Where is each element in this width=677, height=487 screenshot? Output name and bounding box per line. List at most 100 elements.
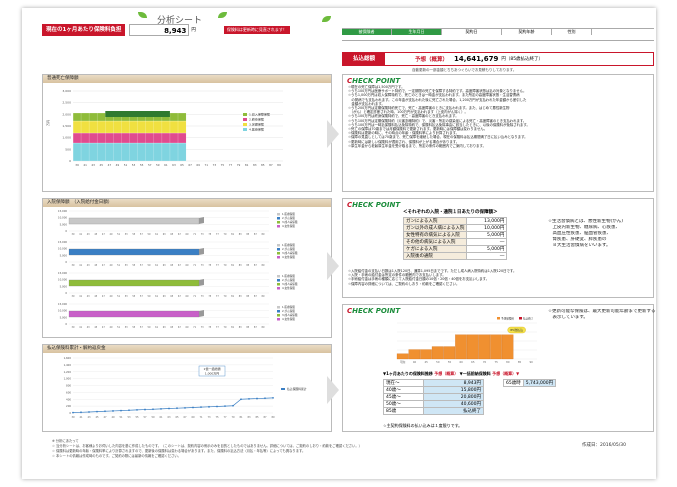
check-point-3: CHECK POINT 現在 40 45 50 55 60 65 70 75 80 85 90 85歳払… [342,304,656,432]
data-point [256,397,258,400]
x-tick-label: 45 [425,360,429,364]
y-tick-label: 1,500 [62,124,71,128]
legend-swatch [277,287,280,290]
x-tick-label: 53 [125,233,128,236]
forecast-bar [396,353,409,360]
x-tick-label: 61 [155,295,158,298]
y-tick-label: 1,000 [64,377,72,381]
area-band [105,111,170,117]
legend-swatch [277,213,280,216]
benefit-bar [68,310,200,318]
y-tick-label: 0 [69,411,71,415]
row-value: ― [466,238,508,246]
note-line: 表示しています。 [548,315,588,320]
row-label: ケガによる入院 [402,245,468,253]
y-tick-label: 10,000 [58,309,67,313]
x-tick-label: 69 [186,295,189,298]
legend-swatch [277,279,280,282]
x-tick-label: 59 [148,233,151,236]
x-tick-label: 75 [208,295,211,298]
x-tick-label: 61 [164,163,168,167]
x-tick-label: 89 [262,295,265,298]
legend-swatch [277,314,280,317]
x-tick-label: 43 [87,295,90,298]
x-tick-label: 51 [119,416,123,419]
x-tick-label: 53 [125,326,128,329]
x-tick-label: 51 [124,163,128,167]
legend-swatch [277,310,280,313]
check-point-1: CHECK POINT ☆現在の死亡保障は1,500万円です。 ☆うち100万円は… [342,74,654,192]
x-tick-label: 75 [495,360,499,364]
x-tick-label: 59 [148,326,151,329]
x-tick-label: 55 [448,360,452,364]
legend-label: 払込保険料累計 [287,387,307,391]
x-tick-label: 41 [79,326,82,329]
row-label: その他の病気による入院 [402,238,468,246]
note-line: ８大生活習慣病をいいます。 [548,243,611,248]
row-value: 払込終了 [423,407,484,415]
x-tick-label: 65 [471,360,475,364]
x-tick-label: 47 [108,163,112,167]
table-row: 65歳時 5,743,000円 [503,379,557,387]
x-tick-label: 81 [245,163,249,167]
x-tick-label: 73 [213,163,217,167]
forecast-bar [478,334,491,360]
x-tick-label: 61 [155,264,158,267]
data-point [184,406,186,409]
y-tick-label: 0 [65,291,67,295]
legend-swatch [281,388,285,390]
x-tick-label: 79 [224,326,227,329]
data-point [272,396,274,399]
legend-label: 1.医療保険 [282,274,295,278]
x-tick-label: 69 [186,264,189,267]
x-tick-label: 89 [277,163,281,167]
x-tick-label: 59 [148,295,151,298]
x-tick-label: 53 [127,416,131,419]
legend-label: 3.定期保険 [249,122,264,127]
x-tick-label: 85 [246,295,249,298]
data-point [192,406,194,409]
x-tick-label: 39 [71,416,75,419]
x-tick-label: 73 [201,264,204,267]
y-tick-label: 10,000 [58,247,67,251]
x-tick-label: 79 [224,233,227,236]
x-tick-label: 47 [102,233,105,236]
x-tick-label: 47 [103,416,107,419]
benefit-bar [68,217,200,225]
x-tick-label: 45 [94,233,97,236]
lump-value: 5,743,000円 [522,379,557,387]
table-row: ケガによる入院 5,000円 [402,245,508,253]
data-point [80,411,82,414]
benefit-bar [68,279,200,287]
x-tick-label: 55 [132,326,135,329]
created-date: 作成日：2016/05/30 [582,443,626,448]
x-tick-label: 83 [239,326,242,329]
legend-swatch [277,306,280,309]
x-tick-label: 39 [72,264,75,267]
hospital-table-title: ＜それぞれの入院・通院１日あたりの保障額＞ [403,210,498,215]
total-note: 自動更新の一部金額とちちあつぐらいでお見積もりしております。 [412,68,517,72]
x-tick-label: 45 [95,416,99,419]
x-tick-label: 49 [110,326,113,329]
x-tick-label: 85 [246,264,249,267]
data-point [104,410,106,413]
x-tick-label: 87 [254,326,257,329]
legend-swatch [277,256,280,259]
y-tick-label: 0 [65,322,67,326]
x-tick-label: 39 [72,326,75,329]
bar-side [199,310,204,317]
x-tick-label: 73 [207,416,211,419]
row-age: 40歳〜 [383,386,424,394]
x-tick-label: 40 [413,360,417,364]
x-tick-label: 55 [132,295,135,298]
table-row: 85歳 払込終了 [383,407,484,415]
x-tick-label: 69 [196,163,200,167]
y-tick-label: 1,600 [64,356,72,360]
y-tick-label: 600 [66,390,71,394]
x-tick-label: 87 [254,295,257,298]
row-value: 15,800円 [423,386,484,394]
data-point [200,406,202,409]
monthly-premium-unit: 円 [191,28,196,33]
annotation-text: 1,000万円 [205,372,220,376]
table-row: 現在〜 8,943円 [383,379,484,387]
